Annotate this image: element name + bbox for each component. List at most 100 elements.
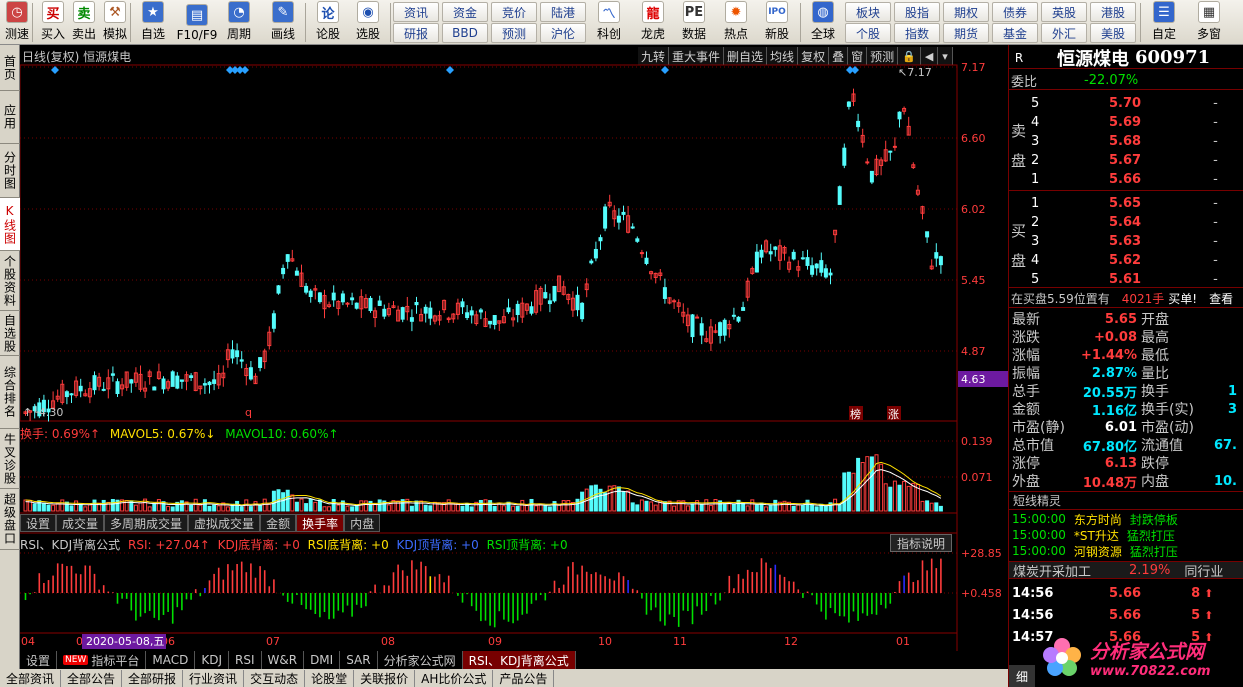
quick-link-陆港[interactable]: 陆港 <box>540 2 586 22</box>
画线-toolbar-button[interactable]: ✎ 画线 <box>266 1 300 44</box>
F10/F9-toolbar-button[interactable]: ▤ F10/F9 <box>174 1 220 44</box>
indicator-help-button[interactable]: 指标说明 <box>890 534 953 552</box>
全球-toolbar-button[interactable]: ◍ 全球 <box>806 1 840 44</box>
vol-tab-虚拟成交量[interactable]: 虚拟成交量 <box>188 514 261 532</box>
indicator-tab-设置[interactable]: 设置 <box>20 651 58 669</box>
sell-level-row[interactable]: 5 5.70 - <box>1009 94 1243 112</box>
status-tab-产品公告[interactable]: 产品公告 <box>493 669 555 687</box>
sidebar-tab-K线图[interactable]: K线图 <box>0 198 20 251</box>
新股-toolbar-button[interactable]: IPO 新股 <box>760 1 794 44</box>
sidebar-tab-个股资料[interactable]: 个股资料 <box>0 251 20 311</box>
quick-link-美股[interactable]: 美股 <box>1090 23 1136 43</box>
price-axis-label: 5.45 <box>961 274 986 287</box>
quick-link-沪伦[interactable]: 沪伦 <box>540 23 586 43</box>
multiwin-icon: ▦ <box>1198 1 1220 23</box>
quick-link-指数[interactable]: 指数 <box>894 23 940 43</box>
测速-toolbar-button[interactable]: ◷ 测速 <box>0 1 34 44</box>
quick-link-BBD[interactable]: BBD <box>442 23 488 43</box>
status-tab-全部公告[interactable]: 全部公告 <box>61 669 123 687</box>
indicator-tab-RSI[interactable]: RSI <box>229 651 262 669</box>
quick-link-债券[interactable]: 债券 <box>992 2 1038 22</box>
candle-body <box>897 111 902 120</box>
status-tab-全部资讯[interactable]: 全部资讯 <box>0 669 62 687</box>
buy-level-row[interactable]: 5 5.61 - <box>1009 270 1243 288</box>
quick-link-竞价[interactable]: 竞价 <box>491 2 537 22</box>
toolbar-label: 周期 <box>226 27 251 41</box>
indicator-tab-SAR[interactable]: SAR <box>340 651 378 669</box>
quick-link-期权[interactable]: 期权 <box>943 2 989 22</box>
买入-toolbar-button[interactable]: 买买入 <box>36 1 70 44</box>
quick-link-港股[interactable]: 港股 <box>1090 2 1136 22</box>
vol-tab-金额[interactable]: 金额 <box>260 514 297 532</box>
sell-level-row[interactable]: 3 5.68 - <box>1009 132 1243 150</box>
多窗-toolbar-button[interactable]: ▦ 多窗 <box>1192 1 1226 44</box>
quick-link-研报[interactable]: 研报 <box>393 23 439 43</box>
模拟-toolbar-button[interactable]: ⚒ 模拟 <box>98 1 132 44</box>
detail-tab[interactable]: 细 <box>1009 665 1035 687</box>
notice-link[interactable]: 查看 <box>1209 290 1233 307</box>
grid1-grid: 资讯 资金 竞价 陆港研报 BBD 预测 沪伦 <box>393 2 586 43</box>
vol-tab-多周期成交量[interactable]: 多周期成交量 <box>104 514 189 532</box>
status-tab-AH比价公式[interactable]: AH比价公式 <box>415 669 494 687</box>
自定-toolbar-button[interactable]: ☰ 自定 <box>1147 1 1181 44</box>
quick-link-期货[interactable]: 期货 <box>943 23 989 43</box>
kline-chart-area[interactable]: 日线(复权) 恒源煤电 九转 重大事件 删自选 均线 复权叠窗预测 🔒 ◀ ▾ 7.17 6.6… <box>20 45 1008 652</box>
龙虎-toolbar-button[interactable]: 龍龙虎 <box>636 1 670 44</box>
indicator-tab-DMI[interactable]: DMI <box>304 651 341 669</box>
status-tab-全部研报[interactable]: 全部研报 <box>122 669 184 687</box>
industry-tag[interactable]: 同行业 <box>1184 561 1223 580</box>
quick-link-板块[interactable]: 板块 <box>845 2 891 22</box>
数据-toolbar-button[interactable]: PE 数据 <box>677 1 711 44</box>
stat-value: +1.44% <box>1081 347 1137 363</box>
buy-level-row[interactable]: 1 5.65 - <box>1009 194 1243 212</box>
quick-link-股指[interactable]: 股指 <box>894 2 940 22</box>
quick-link-外汇[interactable]: 外汇 <box>1041 23 1087 43</box>
tick-time: 14:56 <box>1012 585 1054 601</box>
short-event-row[interactable]: 15:00:00 东方时尚 封跌停板 <box>1009 511 1243 527</box>
vol-tab-内盘[interactable]: 内盘 <box>344 514 381 532</box>
status-tab-论股堂[interactable]: 论股堂 <box>305 669 355 687</box>
周期-toolbar-button[interactable]: ◔ 周期 <box>222 1 256 44</box>
sidebar-tab-超级盘口[interactable]: 超级盘口 <box>0 489 20 550</box>
论股-toolbar-button[interactable]: 论论股 <box>311 1 345 44</box>
quick-link-个股[interactable]: 个股 <box>845 23 891 43</box>
indicator-tab-MACD[interactable]: MACD <box>146 651 196 669</box>
sidebar-tab-自选股[interactable]: 自选股 <box>0 311 20 356</box>
quick-link-资讯[interactable]: 资讯 <box>393 2 439 22</box>
vol-tab-成交量[interactable]: 成交量 <box>56 514 105 532</box>
quick-link-预测[interactable]: 预测 <box>491 23 537 43</box>
sell-level-row[interactable]: 2 5.67 - <box>1009 151 1243 169</box>
quick-link-英股[interactable]: 英股 <box>1041 2 1087 22</box>
indicator-tab-分析家公式网[interactable]: 分析家公式网 <box>378 651 463 669</box>
选股-toolbar-button[interactable]: ◉ 选股 <box>351 1 385 44</box>
indicator-tab-指标平台[interactable]: NEW 指标平台 <box>57 651 147 669</box>
indicator-tab-W&R[interactable]: W&R <box>262 651 305 669</box>
status-tab-交互动态[interactable]: 交互动态 <box>244 669 306 687</box>
sell-level-row[interactable]: 1 5.66 - <box>1009 170 1243 188</box>
indicator-tab-KDJ[interactable]: KDJ <box>195 651 229 669</box>
科创-toolbar-button[interactable]: 〽科创 <box>592 1 626 44</box>
marker-text: 涨 <box>888 408 899 421</box>
sidebar-tab-牛叉诊股[interactable]: 牛叉诊股 <box>0 429 20 489</box>
sidebar-tab-应用[interactable]: 应用 <box>0 91 20 144</box>
sidebar-tab-分时图[interactable]: 分时图 <box>0 144 20 198</box>
status-tab-行业资讯[interactable]: 行业资讯 <box>183 669 245 687</box>
quick-link-资金[interactable]: 资金 <box>442 2 488 22</box>
热点-toolbar-button[interactable]: ✹ 热点 <box>719 1 753 44</box>
vol-tab-换手率[interactable]: 换手率 <box>296 514 345 532</box>
sidebar-tab-综合排名[interactable]: 综合排名 <box>0 356 20 429</box>
buy-level-row[interactable]: 4 5.62 - <box>1009 251 1243 269</box>
status-tab-关联报价[interactable]: 关联报价 <box>354 669 416 687</box>
buy-level-row[interactable]: 3 5.63 - <box>1009 232 1243 250</box>
short-event-row[interactable]: 15:00:00 *ST升达 猛烈打压 <box>1009 527 1243 543</box>
卖出-toolbar-button[interactable]: 卖卖出 <box>67 1 101 44</box>
quick-link-基金[interactable]: 基金 <box>992 23 1038 43</box>
vol-tab-设置[interactable]: 设置 <box>20 514 57 532</box>
indicator-tab-RSI、KDJ背离公式[interactable]: RSI、KDJ背离公式 <box>462 651 576 669</box>
buy-level-row[interactable]: 2 5.64 - <box>1009 213 1243 231</box>
sidebar-tab-首页[interactable]: 首页 <box>0 45 20 91</box>
short-event-row[interactable]: 15:00:00 河钢资源 猛烈打压 <box>1009 543 1243 559</box>
自选-toolbar-button[interactable]: ★ 自选 <box>136 1 170 44</box>
candle-body <box>304 285 309 293</box>
sell-level-row[interactable]: 4 5.69 - <box>1009 113 1243 131</box>
